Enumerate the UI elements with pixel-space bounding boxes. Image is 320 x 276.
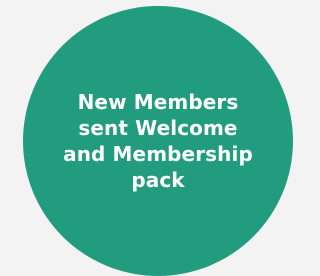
diagram-canvas: New Members sent Welcome and Membership … <box>0 0 315 276</box>
process-step-label: New Members sent Welcome and Membership … <box>51 89 266 193</box>
label-line-3: and Membership <box>63 142 253 166</box>
label-line-4: pack <box>131 168 185 192</box>
label-line-1: New Members <box>77 90 239 114</box>
label-line-2: sent Welcome <box>78 116 238 140</box>
process-step-circle: New Members sent Welcome and Membership … <box>23 6 293 276</box>
